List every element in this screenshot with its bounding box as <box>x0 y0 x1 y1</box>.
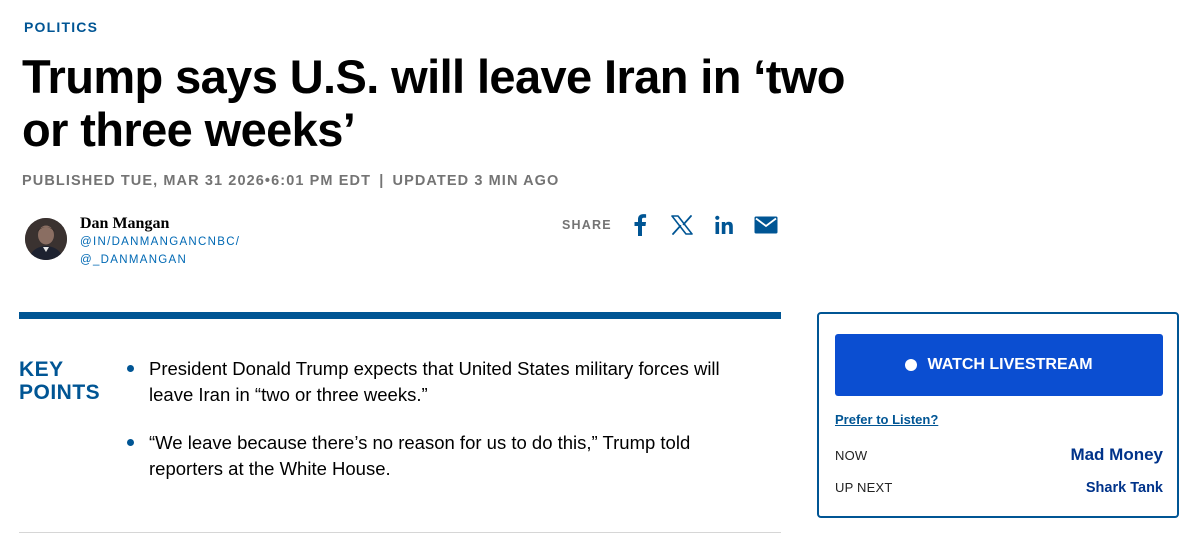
bullet-dot <box>127 439 134 446</box>
linkedin-icon[interactable] <box>710 211 738 239</box>
x-icon[interactable] <box>668 211 696 239</box>
bullet-dot <box>127 365 134 372</box>
schedule-next-row: UP NEXT Shark Tank <box>835 480 1163 496</box>
key-point-item: President Donald Trump expects that Unit… <box>125 356 765 408</box>
now-label: NOW <box>835 448 868 463</box>
facebook-icon[interactable] <box>626 211 654 239</box>
live-dot-icon <box>905 359 918 371</box>
updated-time: UPDATED 3 MIN AGO <box>392 173 560 189</box>
key-points-top-rule <box>19 312 781 319</box>
key-points-bottom-rule <box>19 532 781 533</box>
article-headline: Trump says U.S. will leave Iran in ‘two … <box>22 50 845 156</box>
key-points-list: President Donald Trump expects that Unit… <box>125 356 765 504</box>
published-time: PUBLISHED TUE, MAR 31 2026•6:01 PM EDT <box>22 173 372 189</box>
section-link-politics[interactable]: POLITICS <box>24 19 98 35</box>
watch-livestream-label: WATCH LIVESTREAM <box>927 356 1093 373</box>
email-icon[interactable] <box>752 211 780 239</box>
now-show-link[interactable]: Mad Money <box>1070 445 1163 465</box>
key-point-text: “We leave because there’s no reason for … <box>149 432 691 479</box>
author-name[interactable]: Dan Mangan <box>80 215 169 233</box>
article-page: POLITICS Trump says U.S. will leave Iran… <box>0 0 1200 552</box>
share-bar: SHARE <box>562 211 794 239</box>
up-next-label: UP NEXT <box>835 480 893 495</box>
key-point-item: “We leave because there’s no reason for … <box>125 430 765 482</box>
watch-livestream-button[interactable]: WATCH LIVESTREAM <box>835 334 1163 396</box>
timestamp-separator: | <box>379 173 385 189</box>
next-show-link[interactable]: Shark Tank <box>1086 480 1163 496</box>
article-timestamps: PUBLISHED TUE, MAR 31 2026•6:01 PM EDT |… <box>22 173 559 189</box>
prefer-to-listen-link[interactable]: Prefer to Listen? <box>835 412 938 427</box>
key-point-text: President Donald Trump expects that Unit… <box>149 358 720 405</box>
schedule-now-row: NOW Mad Money <box>835 445 1163 465</box>
key-points-label: KEY POINTS <box>19 358 101 404</box>
author-avatar[interactable] <box>25 218 67 260</box>
author-twitter-link[interactable]: @_DANMANGAN <box>80 254 187 266</box>
livestream-widget: WATCH LIVESTREAM Prefer to Listen? NOW M… <box>817 312 1179 518</box>
share-label: SHARE <box>562 218 612 232</box>
author-linkedin-link[interactable]: @IN/DANMANGANCNBC/ <box>80 236 240 248</box>
